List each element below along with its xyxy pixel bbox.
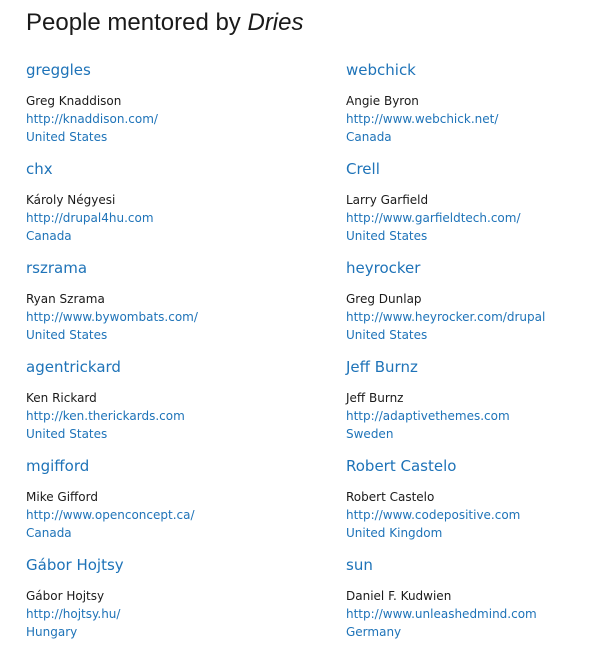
person-card: rszrama Ryan Szrama http://www.bywombats… [26,256,346,355]
country-link[interactable]: Canada [26,227,346,245]
real-name: Jeff Burnz [346,391,404,405]
page-title: People mentored by Dries [26,8,304,38]
country-link[interactable]: United States [26,128,346,146]
country-link[interactable]: Sweden [346,425,586,443]
username-link[interactable]: mgifford [26,455,346,477]
website-link[interactable]: http://www.webchick.net/ [346,110,586,128]
real-name: Angie Byron [346,94,419,108]
username-link[interactable]: sun [346,554,586,576]
website-link[interactable]: http://ken.therickards.com [26,407,346,425]
username-link[interactable]: greggles [26,59,346,81]
real-name: Larry Garfield [346,193,429,207]
person-card: chx Károly Négyesi http://drupal4hu.com … [26,157,346,256]
country-link[interactable]: United States [346,326,586,344]
real-name: Ken Rickard [26,391,97,405]
mentee-grid: greggles Greg Knaddison http://knaddison… [26,58,586,652]
real-name: Mike Gifford [26,490,98,504]
website-link[interactable]: http://www.heyrocker.com/drupal [346,308,586,326]
person-card: Gábor Hojtsy Gábor Hojtsy http://hojtsy.… [26,553,346,652]
person-card: agentrickard Ken Rickard http://ken.ther… [26,355,346,454]
website-link[interactable]: http://www.codepositive.com [346,506,586,524]
real-name: Daniel F. Kudwien [346,589,452,603]
country-link[interactable]: United States [346,227,586,245]
username-link[interactable]: Jeff Burnz [346,356,586,378]
username-link[interactable]: chx [26,158,346,180]
website-link[interactable]: http://www.bywombats.com/ [26,308,346,326]
person-card: Crell Larry Garfield http://www.garfield… [346,157,586,256]
username-link[interactable]: agentrickard [26,356,346,378]
website-link[interactable]: http://drupal4hu.com [26,209,346,227]
real-name: Robert Castelo [346,490,435,504]
real-name: Károly Négyesi [26,193,116,207]
username-link[interactable]: Robert Castelo [346,455,586,477]
username-link[interactable]: Crell [346,158,586,180]
website-link[interactable]: http://www.garfieldtech.com/ [346,209,586,227]
username-link[interactable]: webchick [346,59,586,81]
website-link[interactable]: http://www.unleashedmind.com [346,605,586,623]
website-link[interactable]: http://hojtsy.hu/ [26,605,346,623]
country-link[interactable]: United Kingdom [346,524,586,542]
person-card: webchick Angie Byron http://www.webchick… [346,58,586,157]
website-link[interactable]: http://www.openconcept.ca/ [26,506,346,524]
real-name: Greg Dunlap [346,292,422,306]
country-link[interactable]: United States [26,425,346,443]
real-name: Gábor Hojtsy [26,589,105,603]
page-title-name: Dries [247,9,304,36]
person-card: mgifford Mike Gifford http://www.opencon… [26,454,346,553]
country-link[interactable]: United States [26,326,346,344]
person-card: greggles Greg Knaddison http://knaddison… [26,58,346,157]
person-card: sun Daniel F. Kudwien http://www.unleash… [346,553,586,652]
country-link[interactable]: Germany [346,623,586,641]
website-link[interactable]: http://knaddison.com/ [26,110,346,128]
country-link[interactable]: Hungary [26,623,346,641]
person-card: heyrocker Greg Dunlap http://www.heyrock… [346,256,586,355]
username-link[interactable]: heyrocker [346,257,586,279]
real-name: Ryan Szrama [26,292,105,306]
website-link[interactable]: http://adaptivethemes.com [346,407,586,425]
real-name: Greg Knaddison [26,94,122,108]
page-title-prefix: People mentored by [26,9,248,36]
username-link[interactable]: rszrama [26,257,346,279]
person-card: Robert Castelo Robert Castelo http://www… [346,454,586,553]
country-link[interactable]: Canada [26,524,346,542]
country-link[interactable]: Canada [346,128,586,146]
username-link[interactable]: Gábor Hojtsy [26,554,346,576]
person-card: Jeff Burnz Jeff Burnz http://adaptivethe… [346,355,586,454]
